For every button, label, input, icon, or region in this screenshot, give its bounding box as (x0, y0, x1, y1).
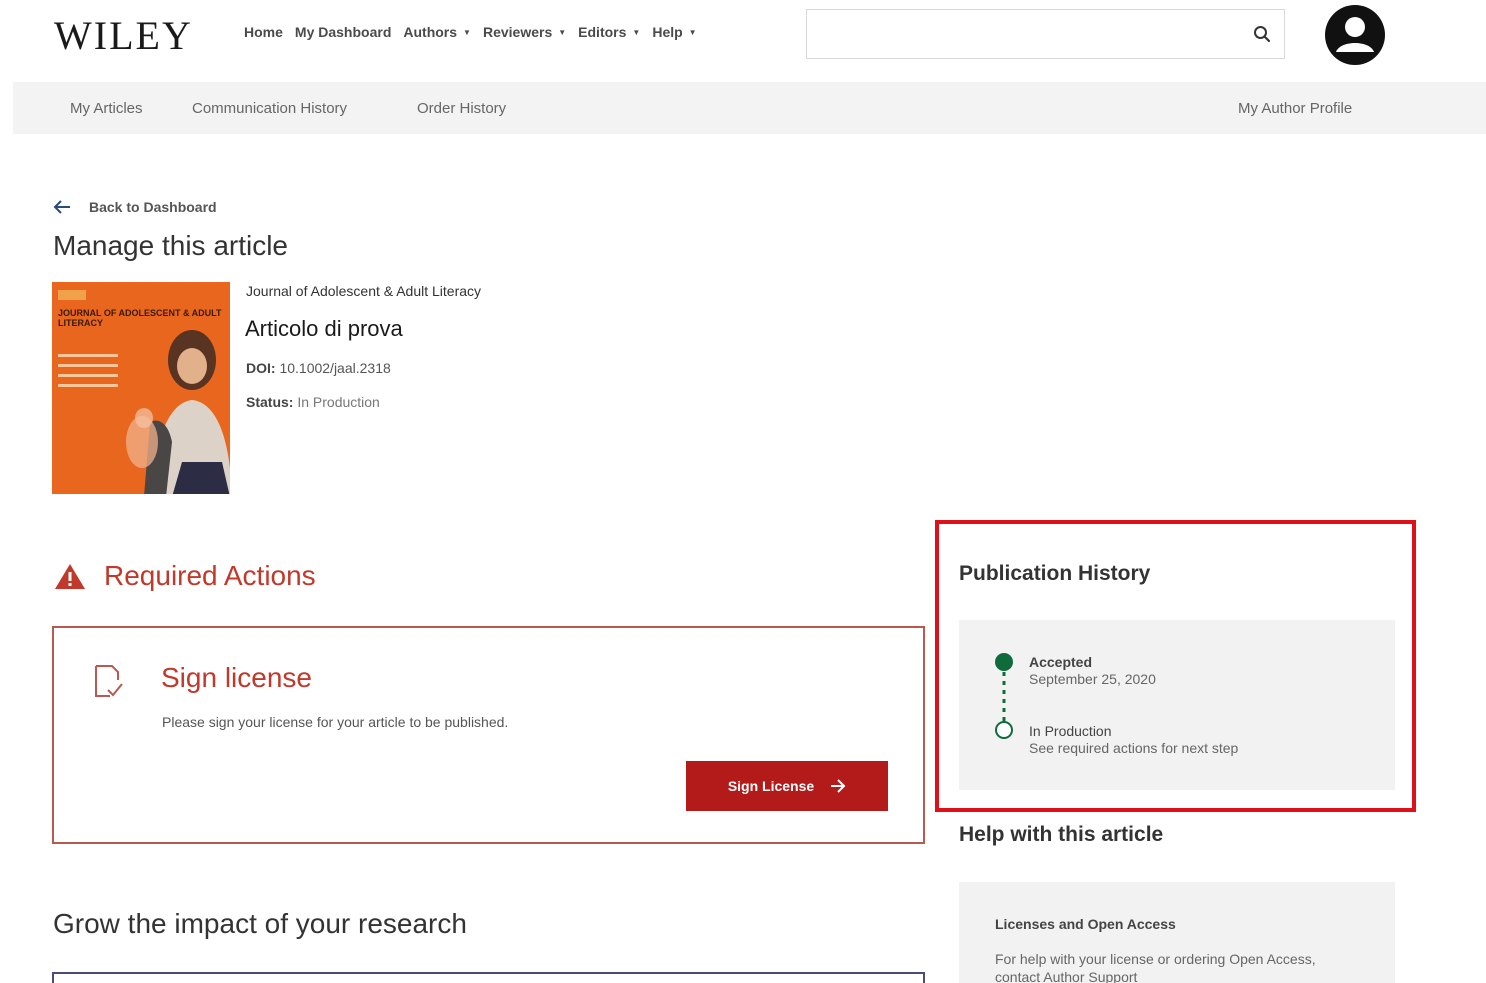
caret-down-icon: ▼ (558, 27, 567, 37)
nav-authors-label: Authors (403, 24, 458, 40)
nav-help-label: Help (652, 24, 683, 40)
event-detail: See required actions for next step (1029, 740, 1239, 756)
caret-down-icon: ▼ (632, 27, 641, 37)
nav-my-dashboard[interactable]: My Dashboard (295, 24, 391, 40)
caret-down-icon: ▼ (688, 27, 697, 37)
sub-nav: My Articles Communication History Order … (13, 82, 1486, 134)
top-nav: Home My Dashboard Authors ▼ Reviewers ▼ Ed… (244, 24, 709, 40)
user-avatar-icon[interactable] (1324, 4, 1386, 66)
back-to-dashboard-link[interactable]: Back to Dashboard (53, 199, 217, 215)
event-date: September 25, 2020 (1029, 671, 1156, 687)
subnav-my-author-profile[interactable]: My Author Profile (1238, 100, 1352, 117)
subnav-communication-history[interactable]: Communication History (192, 100, 347, 117)
search-box (806, 9, 1285, 59)
cover-tag (58, 290, 86, 300)
journal-name: Journal of Adolescent & Adult Literacy (246, 283, 482, 299)
status-label: Status: (246, 394, 294, 410)
sign-license-card: Sign license Please sign your license fo… (52, 626, 925, 844)
status-value: In Production (297, 394, 380, 410)
nav-authors[interactable]: Authors ▼ (403, 24, 471, 40)
help-card-title[interactable]: Licenses and Open Access (995, 916, 1176, 932)
grow-impact-card (52, 972, 925, 983)
sign-license-title: Sign license (161, 662, 312, 693)
nav-editors[interactable]: Editors ▼ (578, 24, 640, 40)
nav-reviewers[interactable]: Reviewers ▼ (483, 24, 566, 40)
required-actions-heading: Required Actions (54, 560, 316, 592)
sign-license-button-label: Sign License (727, 778, 815, 794)
document-sign-icon (95, 665, 123, 697)
sign-license-button[interactable]: Sign License (686, 761, 888, 811)
doi-label: DOI: (246, 360, 276, 376)
event-status: Accepted (1029, 654, 1093, 670)
search-input[interactable] (807, 10, 1227, 56)
publication-history-heading: Publication History (959, 562, 1151, 585)
event-status: In Production (1029, 723, 1112, 739)
publication-history-panel: Accepted September 25, 2020 In Productio… (959, 620, 1395, 790)
nav-home[interactable]: Home (244, 24, 283, 40)
cover-text-lines (58, 354, 118, 394)
article-title: Articolo di prova (245, 316, 403, 341)
search-icon[interactable] (1252, 24, 1272, 44)
nav-home-label: Home (244, 24, 283, 40)
back-label: Back to Dashboard (89, 199, 217, 215)
status-line: Status: In Production (246, 394, 380, 410)
wiley-logo[interactable]: WILEY (54, 12, 193, 59)
nav-editors-label: Editors (578, 24, 627, 40)
nav-reviewers-label: Reviewers (482, 24, 553, 40)
nav-my-dashboard-label: My Dashboard (294, 24, 392, 40)
help-heading: Help with this article (959, 823, 1164, 846)
required-actions-label: Required Actions (104, 560, 316, 591)
subnav-my-articles[interactable]: My Articles (70, 100, 143, 117)
journal-cover-image: Journal of Adolescent & Adult Literacy (52, 282, 230, 494)
help-card-description: For help with your license or ordering O… (995, 951, 1316, 983)
warning-icon (55, 564, 85, 589)
doi-value[interactable]: 10.1002/jaal.2318 (279, 360, 390, 376)
grow-impact-heading: Grow the impact of your research (53, 908, 467, 939)
nav-help[interactable]: Help ▼ (652, 24, 696, 40)
arrow-right-icon (831, 779, 846, 793)
sign-license-description: Please sign your license for your articl… (162, 714, 509, 730)
timeline-icon (995, 653, 1013, 739)
caret-down-icon: ▼ (463, 27, 471, 37)
doi-line: DOI: 10.1002/jaal.2318 (246, 360, 391, 376)
cover-portrait (126, 330, 230, 494)
timeline-event: Accepted September 25, 2020 (1029, 654, 1156, 688)
timeline-event: In Production See required actions for n… (1029, 723, 1238, 757)
help-panel: Licenses and Open Access For help with y… (959, 882, 1395, 983)
arrow-left-icon (53, 200, 70, 214)
page-title: Manage this article (53, 230, 289, 261)
subnav-order-history[interactable]: Order History (417, 100, 506, 117)
